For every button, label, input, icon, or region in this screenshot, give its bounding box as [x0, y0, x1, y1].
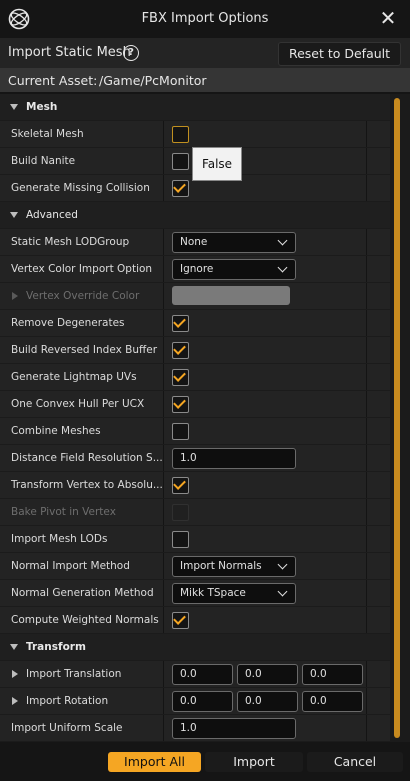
import-rotation-y-input[interactable]: 0.0 — [237, 691, 298, 712]
row-bake-pivot: Bake Pivot in Vertex — [0, 499, 390, 525]
category-advanced[interactable]: Advanced — [0, 202, 390, 228]
chevron-down-icon — [277, 262, 288, 273]
import-rotation-x-input[interactable]: 0.0 — [172, 691, 233, 712]
chevron-down-icon — [10, 644, 18, 650]
chevron-down-icon — [10, 212, 18, 218]
footer: Import All Import Cancel — [0, 742, 410, 781]
row-remove-degenerates: Remove Degenerates — [0, 310, 390, 336]
chevron-right-icon — [12, 292, 18, 300]
import-uniform-scale-input[interactable]: 1.0 — [172, 718, 296, 739]
generate-missing-collision-checkbox[interactable] — [172, 180, 189, 197]
import-translation-x-input[interactable]: 0.0 — [172, 664, 233, 685]
row-skeletal-mesh: Skeletal Mesh — [0, 121, 390, 147]
normal-generation-method-dropdown[interactable]: Mikk TSpace — [172, 583, 296, 604]
row-vertex-color-import: Vertex Color Import Option Ignore — [0, 256, 390, 282]
row-compute-weighted-normals: Compute Weighted Normals — [0, 607, 390, 633]
import-translation-z-input[interactable]: 0.0 — [302, 664, 363, 685]
row-vertex-override-color: Vertex Override Color — [0, 283, 390, 309]
vertex-override-color-swatch — [172, 286, 290, 305]
transform-vertex-checkbox[interactable] — [172, 477, 189, 494]
reset-to-default-button[interactable]: Reset to Default — [278, 42, 401, 66]
row-combine-meshes: Combine Meshes — [0, 418, 390, 444]
distance-field-input[interactable]: 1.0 — [172, 448, 296, 469]
import-header: Import Static Mesh ? Reset to Default — [0, 38, 410, 68]
lod-group-dropdown[interactable]: None — [172, 232, 296, 253]
chevron-down-icon — [10, 104, 18, 110]
tooltip: False — [192, 147, 242, 181]
import-button[interactable]: Import — [205, 752, 303, 772]
chevron-down-icon — [277, 586, 288, 597]
chevron-right-icon[interactable] — [12, 697, 18, 705]
row-import-rotation: Import Rotation 0.0 0.0 0.0 — [0, 688, 390, 714]
bake-pivot-checkbox — [172, 504, 189, 521]
row-generate-lightmap-uvs: Generate Lightmap UVs — [0, 364, 390, 390]
row-transform-vertex: Transform Vertex to Absolu... — [0, 472, 390, 498]
row-build-reversed-index: Build Reversed Index Buffer — [0, 337, 390, 363]
row-normal-generation-method: Normal Generation Method Mikk TSpace — [0, 580, 390, 606]
import-translation-y-input[interactable]: 0.0 — [237, 664, 298, 685]
current-asset-row: Current Asset: /Game/PcMonitor — [0, 68, 410, 92]
category-transform[interactable]: Transform — [0, 634, 390, 660]
combine-meshes-checkbox[interactable] — [172, 423, 189, 440]
row-normal-import-method: Normal Import Method Import Normals — [0, 553, 390, 579]
vertex-color-import-dropdown[interactable]: Ignore — [172, 259, 296, 280]
import-all-button[interactable]: Import All — [108, 752, 201, 772]
generate-lightmap-uvs-checkbox[interactable] — [172, 369, 189, 386]
help-icon[interactable]: ? — [123, 45, 139, 61]
current-asset-label: Current Asset: — [8, 73, 98, 88]
chevron-down-icon — [277, 235, 288, 246]
row-one-convex-hull: One Convex Hull Per UCX — [0, 391, 390, 417]
remove-degenerates-checkbox[interactable] — [172, 315, 189, 332]
category-mesh[interactable]: Mesh — [0, 94, 390, 120]
close-icon[interactable]: ✕ — [378, 8, 398, 28]
details-panel: Mesh Skeletal Mesh Build Nanite Generate… — [0, 94, 410, 742]
cancel-button[interactable]: Cancel — [307, 752, 403, 772]
row-import-uniform-scale: Import Uniform Scale 1.0 — [0, 715, 390, 741]
row-import-translation: Import Translation 0.0 0.0 0.0 — [0, 661, 390, 687]
scrollbar-thumb[interactable] — [394, 98, 400, 738]
build-nanite-checkbox[interactable] — [172, 153, 189, 170]
build-reversed-index-checkbox[interactable] — [172, 342, 189, 359]
chevron-down-icon — [277, 559, 288, 570]
current-asset-value: /Game/PcMonitor — [99, 73, 207, 88]
skeletal-mesh-checkbox[interactable] — [172, 126, 189, 143]
chevron-right-icon[interactable] — [12, 670, 18, 678]
import-static-mesh-label: Import Static Mesh — [8, 45, 131, 60]
row-lod-group: Static Mesh LODGroup None — [0, 229, 390, 255]
row-distance-field: Distance Field Resolution S... 1.0 — [0, 445, 390, 471]
import-mesh-lods-checkbox[interactable] — [172, 531, 189, 548]
import-rotation-z-input[interactable]: 0.0 — [302, 691, 363, 712]
title-bar: FBX Import Options ✕ — [0, 0, 410, 38]
row-import-mesh-lods: Import Mesh LODs — [0, 526, 390, 552]
window-title: FBX Import Options — [141, 11, 269, 26]
one-convex-hull-checkbox[interactable] — [172, 396, 189, 413]
normal-import-method-dropdown[interactable]: Import Normals — [172, 556, 296, 577]
compute-weighted-normals-checkbox[interactable] — [172, 612, 189, 629]
